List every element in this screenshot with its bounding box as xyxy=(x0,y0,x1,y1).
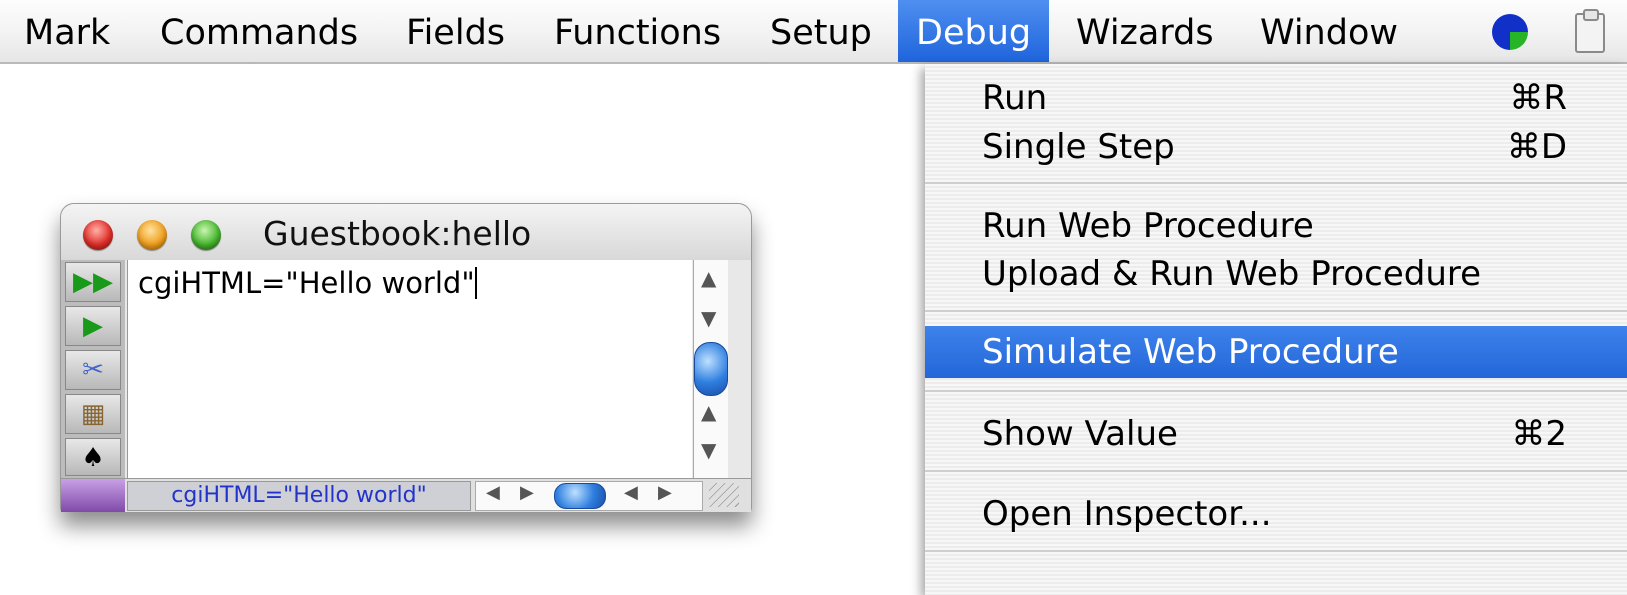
menu-item-upload-run-web-procedure[interactable]: Upload & Run Web Procedure xyxy=(925,248,1627,298)
up-down-arrows-icon[interactable] xyxy=(61,479,125,512)
scroll-right-arrow-icon[interactable]: ▶ xyxy=(658,482,672,503)
menu-separator xyxy=(925,390,1627,392)
puzzle-icon[interactable]: ▦ xyxy=(65,394,121,434)
vertical-scroll-thumb[interactable] xyxy=(694,342,728,396)
scroll-left-arrow-icon[interactable]: ◀ xyxy=(624,482,638,503)
menu-item-open-inspector[interactable]: Open Inspector... xyxy=(925,488,1627,538)
clipboard-icon[interactable] xyxy=(1575,9,1605,53)
debug-menu-dropdown: Run ⌘R Single Step ⌘D Run Web Procedure … xyxy=(925,64,1627,595)
vertical-scrollbar[interactable]: ▲ ▼ ▲ ▼ xyxy=(693,260,728,478)
horizontal-scrollbar[interactable]: ◀ ▶ ◀ ▶ xyxy=(475,481,703,511)
scroll-up-arrow-icon[interactable]: ▲ xyxy=(701,266,716,290)
zoom-button[interactable] xyxy=(191,220,221,250)
menu-item-run-web-procedure[interactable]: Run Web Procedure xyxy=(925,200,1627,250)
fast-forward-icon[interactable]: ▶▶ xyxy=(65,262,121,302)
code-text: cgiHTML="Hello world" xyxy=(138,266,475,300)
menu-item-single-step[interactable]: Single Step ⌘D xyxy=(925,121,1627,171)
text-caret xyxy=(474,267,477,299)
menu-item-run[interactable]: Run ⌘R xyxy=(925,72,1627,122)
menu-item-simulate-web-procedure[interactable]: Simulate Web Procedure xyxy=(925,326,1627,378)
menu-debug[interactable]: Debug xyxy=(898,0,1050,62)
menu-item-label: Upload & Run Web Procedure xyxy=(982,254,1482,294)
menu-functions[interactable]: Functions xyxy=(536,0,739,62)
scissors-icon[interactable]: ✂ xyxy=(65,350,121,390)
procedure-window: Guestbook:hello ▶▶ ▶ ✂ ▦ ♠ cgiHTML="Hell… xyxy=(60,203,752,512)
menu-separator xyxy=(925,310,1627,312)
menu-setup[interactable]: Setup xyxy=(752,0,890,62)
minimize-button[interactable] xyxy=(137,220,167,250)
procedure-toolbar: ▶▶ ▶ ✂ ▦ ♠ xyxy=(61,260,125,478)
scroll-left-arrow-icon[interactable]: ◀ xyxy=(486,482,500,503)
code-line[interactable]: cgiHTML="Hello world" xyxy=(138,266,477,300)
resize-grip-icon[interactable] xyxy=(709,483,739,507)
horizontal-scroll-thumb[interactable] xyxy=(554,483,606,509)
menu-commands[interactable]: Commands xyxy=(142,0,376,62)
scroll-down-arrow-icon[interactable]: ▼ xyxy=(701,306,716,330)
menu-item-label: Simulate Web Procedure xyxy=(982,332,1399,372)
play-icon[interactable]: ▶ xyxy=(65,306,121,346)
close-button[interactable] xyxy=(83,220,113,250)
scroll-up-arrow-icon[interactable]: ▲ xyxy=(701,400,716,424)
pie-clock-icon[interactable] xyxy=(1492,14,1528,50)
code-editor[interactable]: cgiHTML="Hello world" xyxy=(127,260,692,478)
spade-icon[interactable]: ♠ xyxy=(65,438,121,476)
window-titlebar[interactable]: Guestbook:hello xyxy=(61,204,751,260)
scroll-right-arrow-icon[interactable]: ▶ xyxy=(520,482,534,503)
menu-item-label: Run xyxy=(982,78,1048,118)
menu-item-label: Open Inspector... xyxy=(982,494,1272,534)
menu-item-label: Show Value xyxy=(982,414,1178,454)
menu-wizards[interactable]: Wizards xyxy=(1058,0,1232,62)
menu-bar: Mark Commands Fields Functions Setup Deb… xyxy=(0,0,1627,64)
menu-item-label: Run Web Procedure xyxy=(982,206,1314,246)
menu-item-shortcut: ⌘D xyxy=(1506,127,1567,167)
menu-item-shortcut: ⌘R xyxy=(1509,78,1567,118)
menu-item-label: Single Step xyxy=(982,127,1175,167)
menu-window[interactable]: Window xyxy=(1242,0,1416,62)
status-field: cgiHTML="Hello world" xyxy=(127,481,471,511)
menu-separator xyxy=(925,470,1627,472)
window-bottom-bar: cgiHTML="Hello world" ◀ ▶ ◀ ▶ xyxy=(61,478,751,512)
menu-separator xyxy=(925,182,1627,184)
scroll-down-arrow-icon[interactable]: ▼ xyxy=(701,438,716,462)
menu-separator xyxy=(925,550,1627,552)
menu-fields[interactable]: Fields xyxy=(388,0,523,62)
menu-item-shortcut: ⌘2 xyxy=(1511,414,1567,454)
window-title: Guestbook:hello xyxy=(263,214,532,253)
menu-item-show-value[interactable]: Show Value ⌘2 xyxy=(925,408,1627,458)
menu-mark[interactable]: Mark xyxy=(6,0,128,62)
